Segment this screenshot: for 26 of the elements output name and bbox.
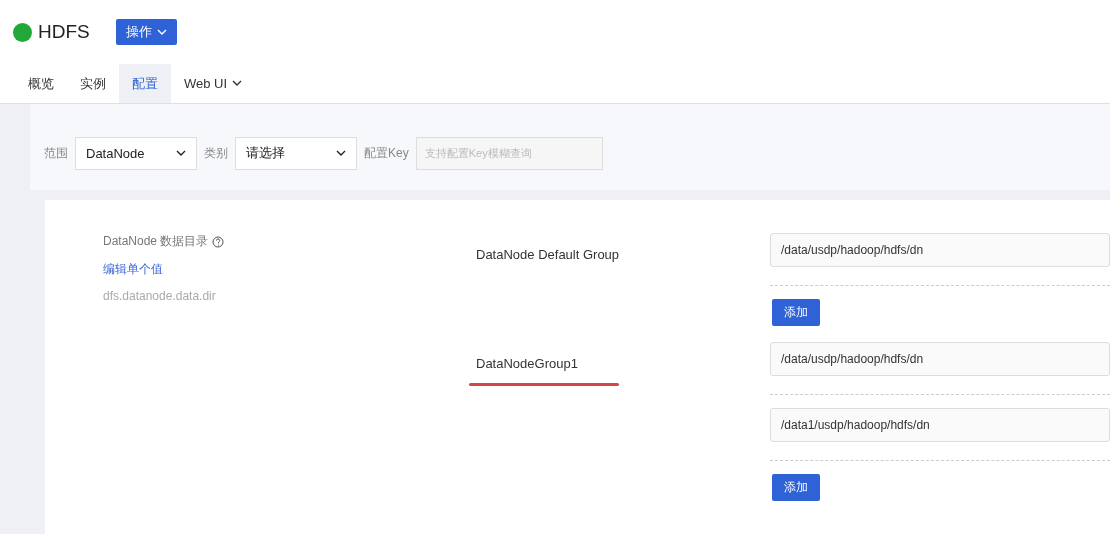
config-key: dfs.datanode.data.dir — [103, 289, 216, 303]
chevron-down-icon — [156, 28, 167, 36]
path-field[interactable]: /data1/usdp/hadoop/hdfs/dn — [770, 408, 1110, 442]
select-field[interactable]: 请选择 — [235, 136, 357, 170]
filter-label: 配置Key — [364, 144, 409, 162]
path-field[interactable]: /data/usdp/hadoop/hdfs/dn — [770, 342, 1110, 376]
group-name: DataNode Default Group — [476, 247, 620, 264]
chevron-down-icon — [232, 80, 243, 87]
config-title: DataNode 数据目录 — [103, 233, 209, 250]
group-name: DataNodeGroup1 — [476, 356, 578, 373]
help-icon[interactable] — [212, 235, 225, 248]
service-name: HDFS — [38, 21, 90, 43]
path-field[interactable]: /data/usdp/hadoop/hdfs/dn — [770, 233, 1110, 267]
add-button[interactable]: 添加 — [772, 299, 820, 326]
chevron-down-icon — [176, 149, 186, 157]
select-field[interactable]: DataNode — [75, 136, 197, 170]
tab[interactable]: 实例 — [67, 64, 119, 103]
edit-link[interactable]: 编辑单个值 — [103, 261, 163, 278]
filter-label: 类别 — [204, 144, 228, 162]
tab[interactable]: 配置 — [119, 64, 171, 103]
chevron-down-icon — [336, 149, 346, 157]
tab[interactable]: 概览 — [15, 64, 67, 103]
filter-label: 范围 — [44, 144, 68, 162]
add-button[interactable]: 添加 — [772, 474, 820, 501]
tab[interactable]: Web UI — [171, 64, 256, 103]
action-button[interactable]: 操作 — [115, 19, 177, 45]
